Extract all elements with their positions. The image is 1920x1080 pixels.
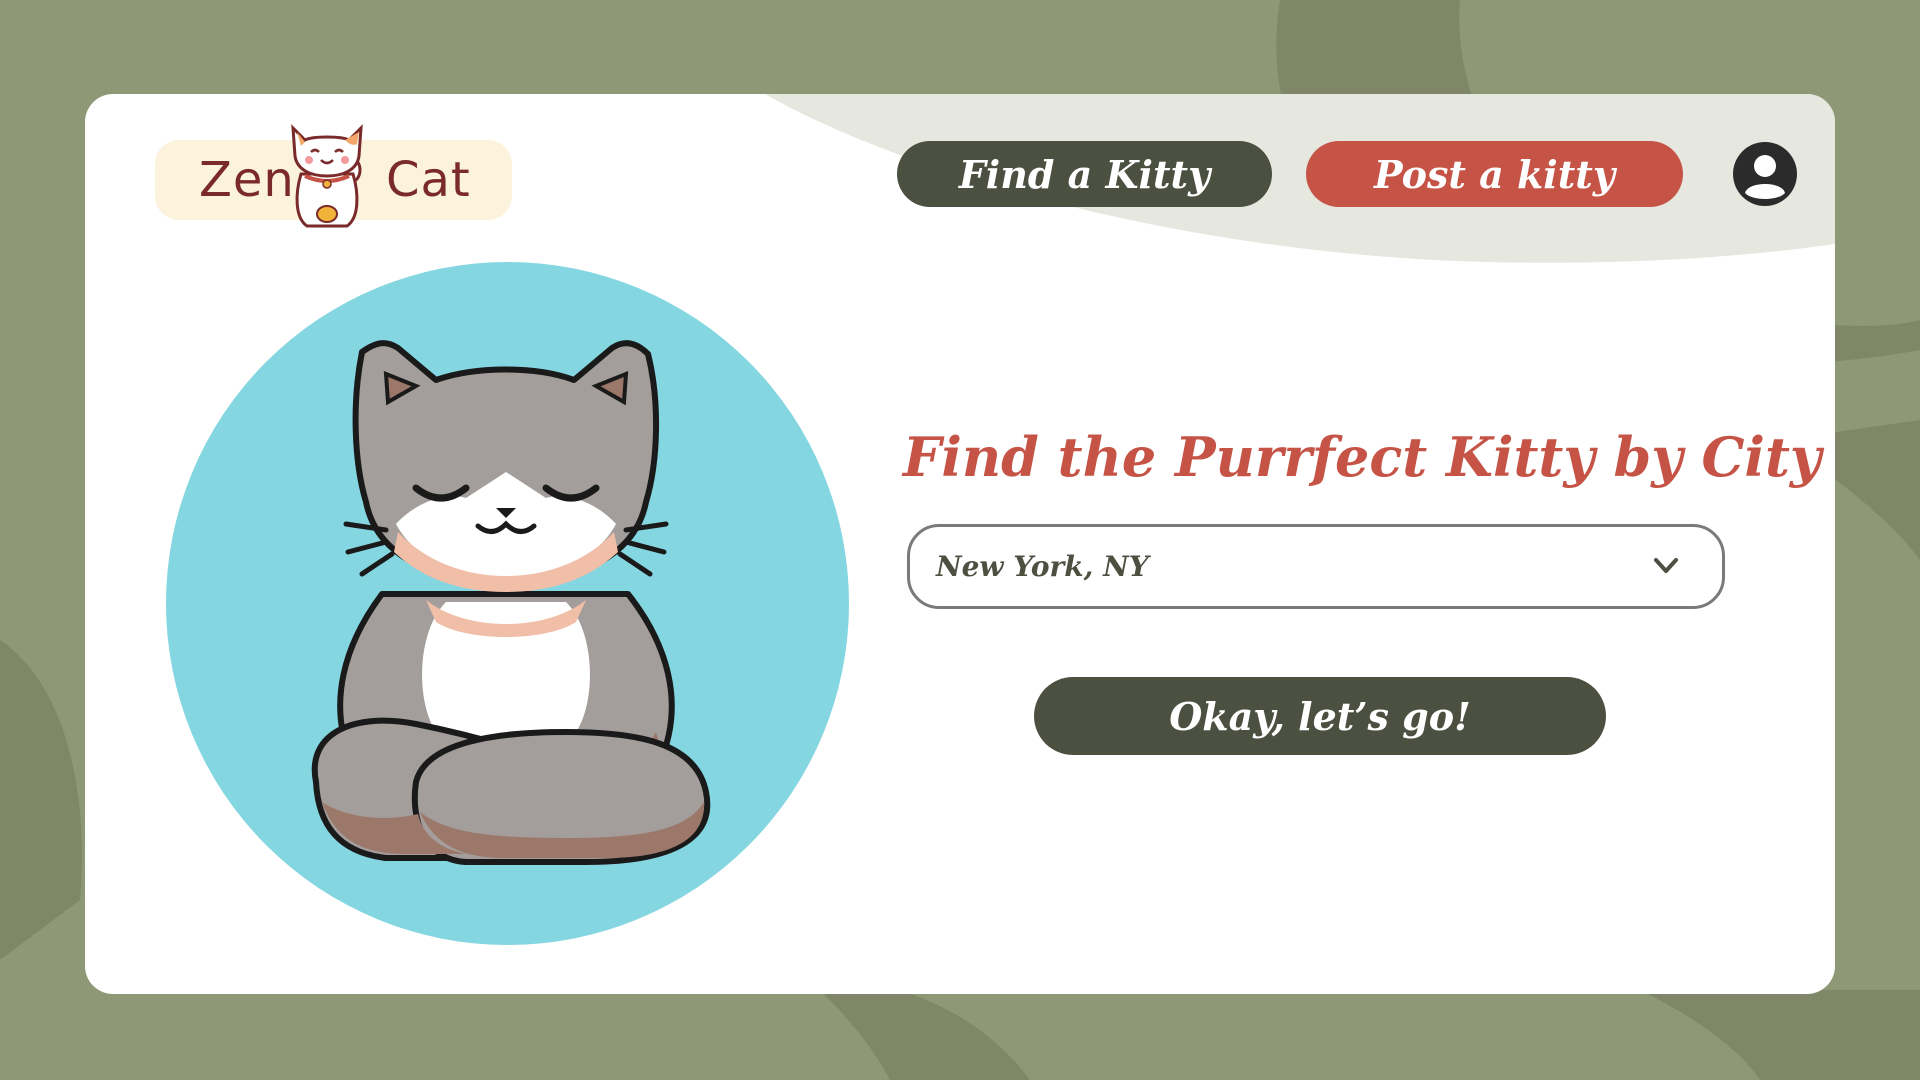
- logo[interactable]: Zen Cat: [155, 124, 512, 228]
- post-a-kitty-button[interactable]: Post a kitty: [1306, 141, 1683, 207]
- chevron-down-icon: [1654, 558, 1678, 573]
- main-card: Zen Cat Find a Kitty Post a kitty Find t…: [85, 94, 1835, 994]
- page-title: Find the Purrfect Kitty by City: [903, 425, 1822, 489]
- find-a-kitty-button[interactable]: Find a Kitty: [897, 141, 1272, 207]
- city-select[interactable]: New York, NY: [907, 524, 1725, 609]
- city-select-value: New York, NY: [936, 550, 1149, 583]
- user-avatar-icon[interactable]: [1732, 141, 1798, 207]
- logo-word-zen: Zen: [199, 152, 295, 208]
- okay-lets-go-button[interactable]: Okay, let’s go!: [1034, 677, 1606, 755]
- lucky-cat-icon: [291, 124, 363, 228]
- logo-word-cat: Cat: [386, 152, 471, 208]
- meditating-cat-illustration: [311, 340, 711, 865]
